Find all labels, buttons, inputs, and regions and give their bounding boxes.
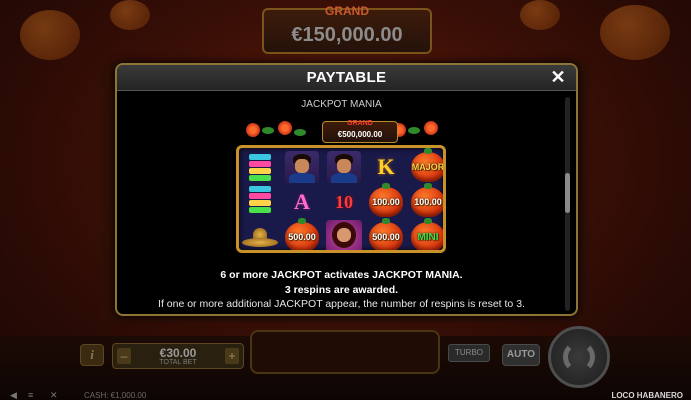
illustration-grand-value: €500,000.00 [337, 130, 383, 139]
letter-symbol: K [366, 150, 406, 184]
modal-title: PAYTABLE [306, 69, 387, 86]
flower-icon [278, 121, 292, 135]
game-name: LOCO HABANERO [611, 391, 683, 400]
reel-column-2: A 500.00 [281, 148, 323, 250]
pepper-icon: 100.00 [411, 183, 443, 217]
background-pepper-decoration [110, 0, 150, 30]
illustration-reels: A 500.00 10 K 100.00 500.00 MAJOR 100.00… [236, 145, 446, 253]
letter-symbol: A [282, 185, 322, 219]
background-pepper-decoration [20, 10, 80, 60]
info-button[interactable]: i [80, 344, 104, 366]
total-bet-label: TOTAL BET [159, 359, 197, 366]
illustration-top-decoration: GRAND €500,000.00 [242, 117, 440, 145]
reel-column-5: MAJOR 100.00 MINI [407, 148, 445, 250]
reel-column-3: 10 [323, 148, 365, 250]
bet-selector: – €30.00 TOTAL BET + [112, 343, 244, 369]
reel-column-1 [239, 148, 281, 250]
background-grand-value: €150,000.00 [291, 24, 403, 46]
cash-balance: CASH: €1,000.00 [84, 391, 147, 400]
description-line: 3 respins are awarded. [284, 284, 399, 296]
man-portrait-icon [327, 151, 361, 183]
woman-portrait-icon [326, 220, 362, 250]
turbo-button[interactable]: TURBO [448, 344, 490, 362]
pinata-symbol [240, 152, 280, 218]
pepper-icon: 500.00 [285, 218, 319, 250]
settings-icon[interactable]: ✕ [50, 390, 58, 400]
man-portrait-icon [285, 151, 319, 183]
background-pepper-decoration [520, 0, 560, 30]
leaf-icon [262, 127, 274, 134]
leaf-icon [294, 129, 306, 136]
pepper-icon: MINI [411, 218, 443, 250]
pepper-symbol: 500.00 [282, 218, 322, 250]
major-jackpot-label: MAJOR [411, 162, 445, 172]
pepper-icon: 500.00 [369, 218, 403, 250]
close-icon[interactable]: ✕ [548, 67, 568, 87]
man-symbol [282, 150, 322, 184]
flower-icon [246, 123, 260, 137]
total-bet-value: €30.00 [159, 346, 197, 360]
scroll-thumb[interactable] [565, 173, 570, 213]
letter-symbol: 10 [324, 185, 364, 219]
number-10-symbol: 10 [335, 191, 353, 212]
letter-a-symbol: A [294, 189, 310, 214]
bet-increase-button[interactable]: + [225, 348, 239, 364]
letter-k-symbol: K [377, 154, 395, 179]
description-line: If one or more additional JACKPOT appear… [158, 298, 525, 310]
modal-header: PAYTABLE ✕ [117, 65, 576, 91]
pepper-symbol: MINI [408, 218, 443, 250]
pepper-symbol: 100.00 [366, 183, 406, 219]
flower-icon [424, 121, 438, 135]
section-title: JACKPOT MANIA [301, 99, 382, 110]
sombrero-icon [242, 226, 278, 248]
autoplay-button[interactable]: AUTO [502, 344, 540, 366]
spin-button[interactable] [548, 326, 610, 388]
background-grand-jackpot: GRAND €150,000.00 [262, 4, 432, 54]
pepper-symbol: 100.00 [408, 183, 443, 219]
pepper-value: 500.00 [288, 232, 316, 242]
background-pepper-decoration [600, 5, 670, 60]
pepper-value: 100.00 [414, 197, 442, 207]
pinata-icon [249, 154, 271, 216]
reel-column-4: K 100.00 500.00 [365, 148, 407, 250]
woman-symbol [324, 220, 364, 250]
pepper-value: 500.00 [372, 232, 400, 242]
leaf-icon [408, 127, 420, 134]
illustration-grand-jackpot: GRAND €500,000.00 [322, 120, 398, 143]
background-grand-label: GRAND [325, 4, 369, 18]
win-panel [250, 330, 440, 374]
illustration-grand-label: GRAND [347, 120, 373, 127]
sound-icon[interactable]: ◀ [10, 390, 17, 400]
jackpot-mania-illustration: GRAND €500,000.00 A 500.00 10 K 100.00 5… [230, 117, 452, 257]
pepper-icon: MAJOR [411, 148, 445, 182]
pepper-value: 100.00 [372, 197, 400, 207]
paytable-modal: PAYTABLE ✕ JACKPOT MANIA GRAND €500,000.… [115, 63, 578, 316]
man-symbol [324, 150, 364, 184]
pepper-symbol: 500.00 [366, 218, 406, 250]
pepper-symbol: MAJOR [408, 148, 445, 184]
sombrero-symbol [240, 220, 280, 250]
spin-arrows-icon [563, 341, 595, 373]
menu-icon[interactable]: ≡ [28, 390, 33, 400]
mini-jackpot-label: MINI [417, 231, 439, 243]
pepper-icon: 100.00 [369, 183, 403, 217]
game-stage: GRAND €150,000.00 i – €30.00 TOTAL BET +… [0, 0, 691, 400]
description-line: 6 or more JACKPOT activates JACKPOT MANI… [220, 269, 463, 281]
